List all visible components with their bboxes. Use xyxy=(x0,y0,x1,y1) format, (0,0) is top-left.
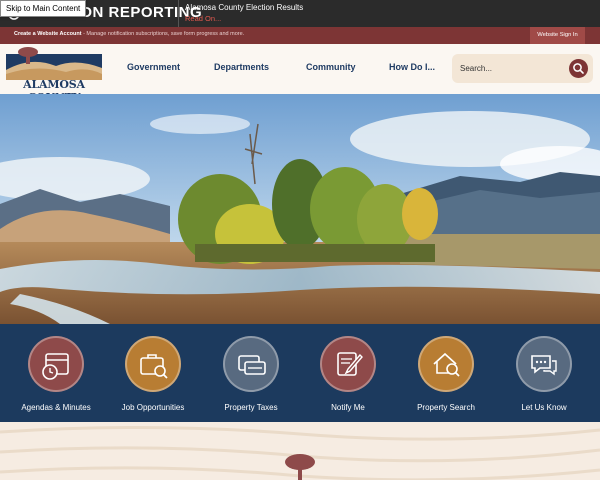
quick-link-let-us-know-button[interactable] xyxy=(516,336,572,392)
alert-bar: ELECTION REPORTING Alamosa County Electi… xyxy=(0,0,600,27)
nav-item-how-do-i[interactable]: How Do I... xyxy=(389,62,435,72)
nav-item-departments[interactable]: Departments xyxy=(214,62,269,72)
nav-item-community[interactable]: Community xyxy=(306,62,356,72)
create-account-link[interactable]: Create a Website Account xyxy=(14,31,82,37)
money-card-icon xyxy=(238,355,266,375)
house-search-icon xyxy=(433,352,460,377)
quick-link-label-property-taxes[interactable]: Property Taxes xyxy=(201,403,301,412)
search-button[interactable] xyxy=(569,59,588,78)
hero-image xyxy=(0,94,600,324)
alert-message: Alamosa County Election Results xyxy=(185,3,304,12)
hero-landscape-image xyxy=(0,94,600,324)
notepad-pen-icon xyxy=(337,352,363,376)
quick-link-agendas-minutes-button[interactable] xyxy=(28,336,84,392)
skip-to-main-content-link[interactable]: Skip to Main Content xyxy=(0,0,87,17)
quick-link-property-search-button[interactable] xyxy=(418,336,474,392)
calendar-clock-icon xyxy=(42,353,69,380)
quick-link-label-property-search[interactable]: Property Search xyxy=(396,403,496,412)
website-sign-in-button[interactable]: Website Sign In xyxy=(530,27,585,44)
quick-link-label-notify-me[interactable]: Notify Me xyxy=(298,403,398,412)
quick-link-property-taxes-button[interactable] xyxy=(223,336,279,392)
account-message-text: - Manage notification subscriptions, sav… xyxy=(81,31,245,37)
search-input[interactable] xyxy=(460,61,560,76)
account-message: Create a Website Account - Manage notifi… xyxy=(14,31,244,37)
account-bar: Create a Website Account - Manage notifi… xyxy=(0,27,600,44)
quick-link-notify-me-button[interactable] xyxy=(320,336,376,392)
quick-link-label-let-us-know[interactable]: Let Us Know xyxy=(494,403,594,412)
county-logo[interactable]: ALAMOSA COUNTY xyxy=(6,46,102,104)
quick-link-label-job-opportunities[interactable]: Job Opportunities xyxy=(103,403,203,412)
briefcase-search-icon xyxy=(140,354,168,379)
quick-link-job-opportunities-button[interactable] xyxy=(125,336,181,392)
nav-item-government[interactable]: Government xyxy=(127,62,180,72)
search-icon xyxy=(573,63,584,74)
alert-divider xyxy=(178,0,179,27)
chat-bubbles-icon xyxy=(531,355,557,376)
alert-read-on-link[interactable]: Read On... xyxy=(185,14,221,23)
tree-logo-icon xyxy=(285,454,315,480)
quick-link-label-agendas-minutes[interactable]: Agendas & Minutes xyxy=(6,403,106,412)
logo-mark-icon xyxy=(6,47,102,80)
sand-dunes-section xyxy=(0,422,600,480)
